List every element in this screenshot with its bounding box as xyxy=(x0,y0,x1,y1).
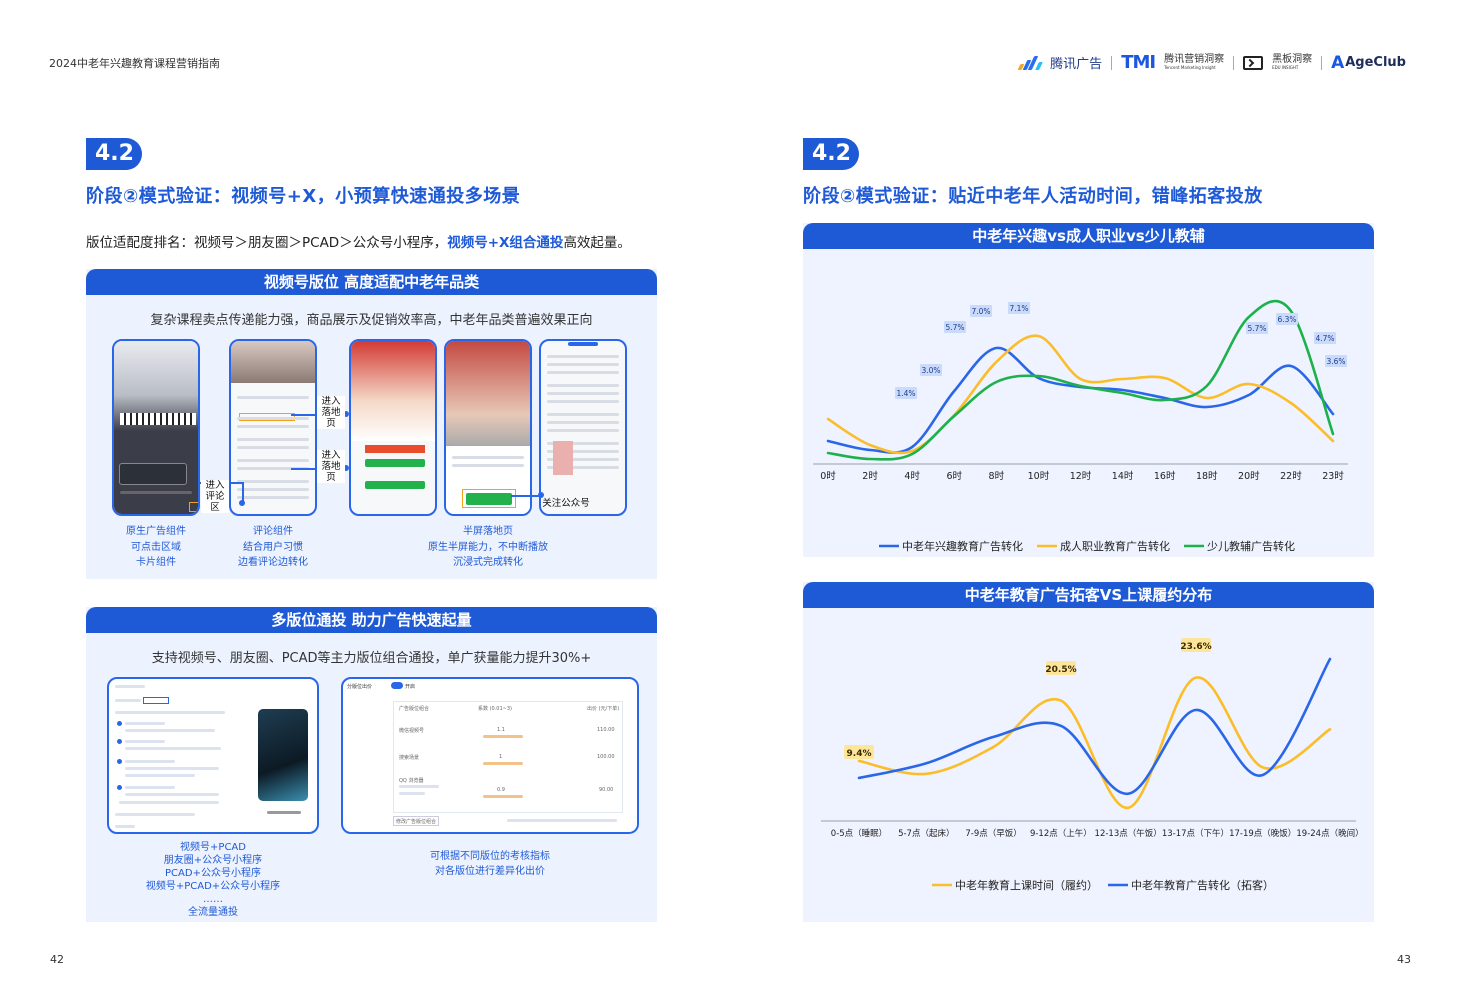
multi-placement-subtitle: 支持视频号、朋友圈、PCAD等主力版位组合通投，单广获量能力提升30%+ xyxy=(151,651,592,666)
section-badge: 4.2 xyxy=(86,138,142,170)
data-label: 3.6% xyxy=(1326,357,1345,366)
multi-placement-header: 多版位通投 助力广告快速起量 xyxy=(86,607,657,633)
data-label: 7.0% xyxy=(971,307,990,316)
legend-label-2: 成人职业教育广告转化 xyxy=(1060,539,1170,553)
bid-settings-screenshot: 分版位出价 开启 广告版位组合 系数 (0.01~3) 出价 (元/下单) 微信… xyxy=(341,677,639,834)
data-label: 5.7% xyxy=(1247,324,1266,333)
x-tick-label: 8时 xyxy=(989,470,1005,482)
bid-explanation: 可根据不同版位的考核指标 对各版位进行差异化出价 xyxy=(430,851,550,877)
tmi-logo-name: 腾讯营销洞察 xyxy=(1164,54,1225,65)
x-tick-label: 17-19点（晚饭） xyxy=(1229,828,1296,839)
callout-follow: 关注公众号 xyxy=(542,498,590,509)
section-badge-right: 4.2 xyxy=(803,138,859,170)
callout-landing-1: 进入 落地页 xyxy=(317,396,345,429)
tmi-logo-mark: TMI xyxy=(1121,52,1156,73)
x-tick-label: 0时 xyxy=(820,470,836,482)
x-tick-label: 14时 xyxy=(1112,470,1134,482)
page-number-right: 43 xyxy=(1397,953,1411,966)
x-tick-label: 19-24点（晚间） xyxy=(1296,828,1363,839)
section-title: 阶段②模式验证：视频号+X，小预算快速通投多场景 xyxy=(86,186,521,207)
legend-label-3: 少儿教辅广告转化 xyxy=(1207,539,1295,553)
data-label: 4.7% xyxy=(1315,334,1334,343)
x-tick-label: 10时 xyxy=(1028,470,1050,482)
period-distribution-chart: 0-5点（睡眠） 5-7点（起床） 7-9点（早饭） 9-12点（上午） 12-13点（… xyxy=(821,638,1364,892)
section-title-right: 阶段②模式验证：贴近中老年人活动时间，错峰拓客投放 xyxy=(803,186,1263,207)
channels-panel: 视频号版位 高度适配中老年品类 复杂课程卖点传递能力强，商品展示及促销效率高，中… xyxy=(86,269,657,579)
channels-panel-subtitle: 复杂课程卖点传递能力强，商品展示及促销效率高，中老年品类普遍效果正向 xyxy=(150,313,593,328)
chart1-header: 中老年兴趣vs成人职业vs少儿教辅 xyxy=(803,223,1374,249)
edu-insight-logo-en: EDU INSIGHT xyxy=(1272,65,1299,70)
phone-mockup-native xyxy=(112,339,200,516)
callout-comment: 进入 评论区 xyxy=(201,480,229,513)
ageclub-logo-text: AgeClub xyxy=(1345,55,1406,70)
preview-phone xyxy=(258,709,308,801)
data-label: 20.5% xyxy=(1045,665,1076,675)
callout-landing-2: 进入 落地页 xyxy=(317,450,345,483)
caption-comment: 评论组件 结合用户习惯 边看评论边转化 xyxy=(238,526,308,568)
phone-mockup-official-account xyxy=(539,339,627,516)
hourly-conversion-chart: 0时 2时 4时 6时 8时 10时 12时 14时 16时 18时 20时 22时 23时中老年兴趣教… xyxy=(813,299,1348,553)
data-label: 7.1% xyxy=(1009,304,1028,313)
caption-halfscreen: 半屏落地页 原生半屏能力，不中断播放 沉浸式完成转化 xyxy=(428,526,548,568)
edu-insight-logo-icon xyxy=(1243,55,1264,70)
x-tick-label: 7-9点（早饭） xyxy=(965,828,1021,839)
ageclub-logo-icon: A xyxy=(1331,52,1345,73)
intro-highlight: 视频号+X组合通投 xyxy=(447,235,564,251)
placement-combos-list: 视频号+PCAD 朋友圈+公众号小程序 PCAD+公众号小程序 视频号+PCAD… xyxy=(145,842,281,918)
x-tick-label: 20时 xyxy=(1238,470,1260,482)
document-title: 2024中老年兴趣教育课程营销指南 xyxy=(49,57,220,70)
placement-setup-screenshot xyxy=(107,677,319,834)
page-number-left: 42 xyxy=(50,953,64,966)
legend-label-1: 中老年兴趣教育广告转化 xyxy=(902,539,1023,553)
x-tick-label: 16时 xyxy=(1154,470,1176,482)
channels-panel-header: 视频号版位 高度适配中老年品类 xyxy=(86,269,657,295)
legend-label-2: 中老年教育广告转化（拓客） xyxy=(1131,878,1274,892)
data-label: 3.0% xyxy=(921,366,940,375)
chart2-header: 中老年教育广告拓客VS上课履约分布 xyxy=(803,582,1374,608)
series-line-1 xyxy=(826,346,1335,454)
data-label: 9.4% xyxy=(847,749,872,759)
period-distribution-panel: 中老年教育广告拓客VS上课履约分布 0-5点（睡眠） 5-7点（起床） 7-9点（早… xyxy=(803,582,1374,922)
ad-card-component xyxy=(119,463,187,485)
data-label: 1.4% xyxy=(896,389,915,398)
multi-placement-panel: 多版位通投 助力广告快速起量 支持视频号、朋友圈、PCAD等主力版位组合通投，单… xyxy=(86,607,657,922)
placement-bid-toggle[interactable] xyxy=(391,682,403,689)
x-tick-label: 2时 xyxy=(862,470,878,482)
caption-native: 原生广告组件 可点击区域 卡片组件 xyxy=(126,526,186,568)
x-tick-label: 4时 xyxy=(904,470,920,482)
data-label: 6.3% xyxy=(1277,315,1296,324)
x-tick-label: 5-7点（起床） xyxy=(898,828,954,839)
x-tick-label: 12时 xyxy=(1070,470,1092,482)
x-tick-label: 23时 xyxy=(1322,470,1344,482)
x-tick-label: 18时 xyxy=(1196,470,1218,482)
intro-text: 版位适配度排名：视频号＞朋友圈＞PCAD＞公众号小程序，视频号+X组合通投高效起… xyxy=(86,235,631,251)
series-line-1 xyxy=(857,676,1332,810)
data-label: 5.7% xyxy=(945,323,964,332)
piano-keys xyxy=(120,413,196,425)
partner-logos: 腾讯广告 TMI 腾讯营销洞察 Tencent Marketing Insigh… xyxy=(1017,52,1406,73)
hourly-conversion-panel: 中老年兴趣vs成人职业vs少儿教辅 0时 2时 4时 6时 8时 10时 12时 14时 16时… xyxy=(803,223,1374,557)
x-tick-label: 0-5点（睡眠） xyxy=(831,828,887,839)
x-tick-label: 6时 xyxy=(946,470,962,482)
tmi-logo-en: Tencent Marketing Insight xyxy=(1164,65,1216,70)
x-tick-label: 22时 xyxy=(1280,470,1302,482)
phone-mockup-halfscreen xyxy=(444,339,532,516)
x-tick-label: 9-12点（上午） xyxy=(1030,828,1092,839)
tencent-ads-logo-icon xyxy=(1017,55,1044,70)
tencent-ads-logo-text: 腾讯广告 xyxy=(1050,57,1103,72)
phone-mockup-landing xyxy=(349,339,437,516)
legend-label-1: 中老年教育上课时间（履约） xyxy=(955,878,1098,892)
data-label: 23.6% xyxy=(1180,642,1211,652)
edu-insight-logo-name: 黑板洞察 xyxy=(1272,54,1313,65)
x-tick-label: 13-17点（下午） xyxy=(1162,828,1229,839)
x-tick-label: 12-13点（午饭） xyxy=(1095,828,1162,839)
